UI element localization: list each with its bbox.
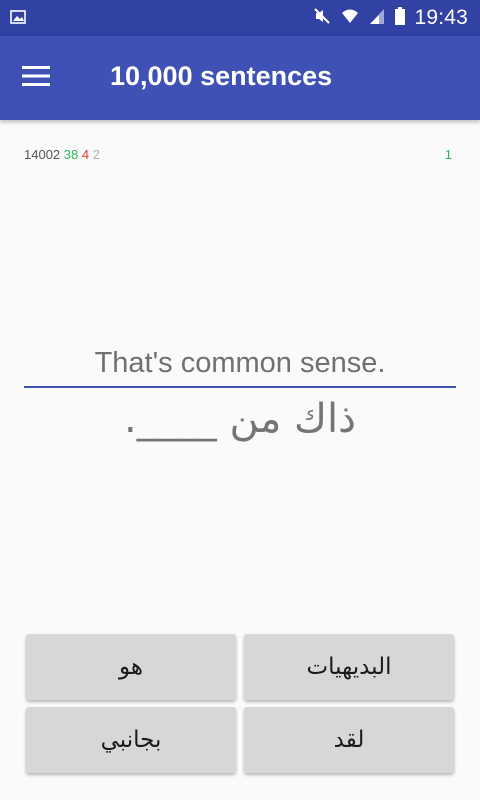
english-sentence: That's common sense. — [94, 347, 386, 379]
signal-icon — [368, 6, 386, 30]
image-notification-icon — [10, 9, 26, 25]
app-title: 10,000 sentences — [110, 61, 333, 91]
arabic-cloze-sentence: ذاك من ____. — [124, 396, 356, 442]
app-toolbar: 10,000 sentences — [0, 36, 480, 120]
stat-total: 14002 — [24, 147, 61, 162]
answer-grid: هو البديهيات بجانبي لقد — [26, 634, 454, 774]
stat-correct: 38 — [63, 147, 79, 162]
status-time: 19:43 — [414, 6, 468, 29]
stat-right-count: 1 — [444, 147, 452, 162]
wifi-icon — [340, 6, 360, 30]
status-bar: 19:43 — [0, 0, 480, 36]
sentence-divider — [24, 386, 456, 388]
menu-button[interactable] — [12, 54, 60, 102]
answer-button[interactable]: هو — [26, 634, 236, 700]
hamburger-menu-icon — [22, 65, 50, 91]
progress-stats: 14002 38 4 2 — [24, 147, 100, 162]
stat-skipped: 2 — [92, 147, 100, 162]
answer-button[interactable]: لقد — [244, 707, 454, 773]
status-icons: 19:43 — [312, 0, 468, 36]
answer-button[interactable]: البديهيات — [244, 634, 454, 700]
battery-icon — [394, 6, 406, 30]
answer-button[interactable]: بجانبي — [26, 707, 236, 773]
stat-wrong: 4 — [81, 147, 90, 162]
mute-icon — [312, 6, 332, 30]
